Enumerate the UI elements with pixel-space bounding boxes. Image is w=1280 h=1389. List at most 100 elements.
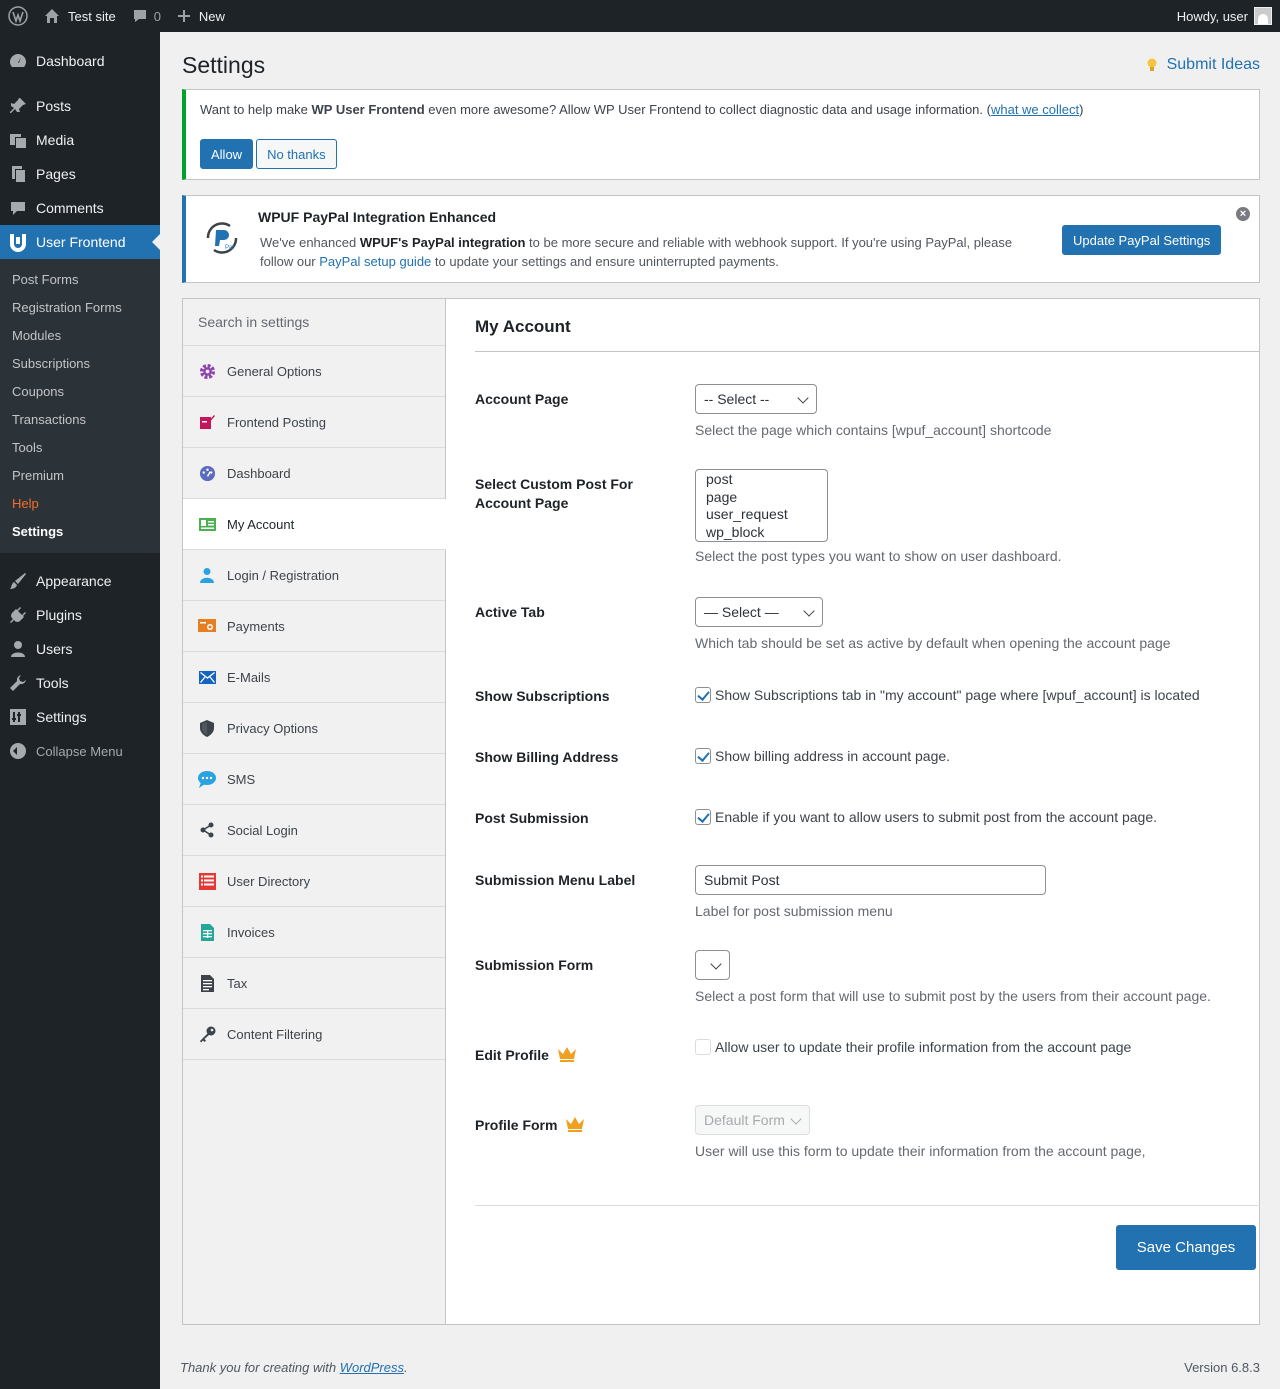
menu-item-media[interactable]: Media	[0, 123, 160, 157]
pin-icon	[8, 96, 28, 116]
edit-profile-text: Allow user to update their profile infor…	[715, 1039, 1132, 1055]
nav-item-invoices[interactable]: Invoices	[183, 907, 445, 958]
collapse-menu-button[interactable]: Collapse Menu	[0, 734, 160, 768]
account-page-select[interactable]: -- Select --	[695, 384, 817, 414]
nav-item-privacy-options[interactable]: Privacy Options	[183, 703, 445, 754]
new-content-link[interactable]: New	[169, 0, 233, 32]
custom-post-label: Select Custom Post For Account Page	[475, 476, 633, 511]
edit-profile-checkbox[interactable]	[695, 1039, 711, 1055]
wordpress-logo-icon[interactable]	[0, 0, 36, 32]
submenu-settings[interactable]: Settings	[0, 518, 160, 546]
submit-ideas-link[interactable]: Submit Ideas	[1147, 56, 1260, 74]
submission-menu-label-input[interactable]: Submit Post	[695, 865, 1046, 895]
menu-item-user-frontend[interactable]: User Frontend	[0, 225, 160, 259]
submenu-subscriptions[interactable]: Subscriptions	[0, 350, 160, 378]
active-tab-label: Active Tab	[475, 604, 545, 620]
nav-item-user-directory[interactable]: User Directory	[183, 856, 445, 907]
paypal-integration-logo-icon: Pal	[206, 222, 238, 254]
settings-container: Search in settings General Options Front…	[182, 298, 1260, 1325]
menu-item-comments[interactable]: Comments	[0, 191, 160, 225]
active-tab-select[interactable]: — Select —	[695, 597, 823, 627]
settings-nav: Search in settings General Options Front…	[183, 299, 446, 1324]
option[interactable]: page	[706, 489, 817, 507]
footer-text: .	[404, 1360, 408, 1375]
option[interactable]: user_request	[706, 506, 817, 524]
share-icon	[198, 821, 216, 839]
wordpress-link[interactable]: WordPress	[340, 1360, 404, 1375]
submenu-coupons[interactable]: Coupons	[0, 378, 160, 406]
submenu-help[interactable]: Help	[0, 490, 160, 518]
submenu-tools[interactable]: Tools	[0, 434, 160, 462]
menu-label: Media	[36, 132, 75, 148]
menu-item-dashboard[interactable]: Dashboard	[0, 44, 160, 78]
comments-link[interactable]: 0	[124, 0, 169, 32]
notice-bold: WPUF's PayPal integration	[359, 235, 526, 250]
submenu-transactions[interactable]: Transactions	[0, 406, 160, 434]
footer-thanks: Thank you for creating with WordPress.	[180, 1360, 408, 1375]
chevron-down-icon	[803, 605, 815, 617]
option[interactable]: post	[706, 471, 817, 489]
user-frontend-submenu: Post Forms Registration Forms Modules Su…	[0, 259, 160, 553]
menu-item-appearance[interactable]: Appearance	[0, 564, 160, 598]
settings-icon	[8, 707, 28, 727]
submission-label-control: Submit Post Label for post submission me…	[695, 865, 1255, 919]
nav-item-tax[interactable]: Tax	[183, 958, 445, 1009]
nav-item-frontend-posting[interactable]: Frontend Posting	[183, 397, 445, 448]
update-paypal-settings-button[interactable]: Update PayPal Settings	[1062, 225, 1222, 255]
submenu-registration-forms[interactable]: Registration Forms	[0, 294, 160, 322]
dismiss-icon[interactable]: ×	[1236, 207, 1250, 221]
menu-item-users[interactable]: Users	[0, 632, 160, 666]
nav-item-sms[interactable]: SMS	[183, 754, 445, 805]
submission-label-desc: Label for post submission menu	[695, 903, 893, 919]
settings-search-input[interactable]: Search in settings	[183, 299, 445, 346]
nav-item-emails[interactable]: E-Mails	[183, 652, 445, 703]
paypal-notice: Pal WPUF PayPal Integration Enhanced We'…	[182, 195, 1260, 283]
svg-text:Pal: Pal	[225, 245, 234, 251]
admin-bar: Test site 0 New Howdy, user	[0, 0, 1280, 32]
notice-text: )	[1079, 102, 1084, 117]
profile-form-desc: User will use this form to update their …	[695, 1143, 1146, 1159]
post-submission-checkbox[interactable]	[695, 809, 711, 825]
input-value: Submit Post	[704, 872, 780, 888]
nav-item-my-account[interactable]: My Account	[183, 499, 446, 550]
paypal-setup-guide-link[interactable]: PayPal setup guide	[319, 254, 431, 269]
nav-item-general-options[interactable]: General Options	[183, 346, 445, 397]
my-account-link[interactable]: Howdy, user	[1177, 7, 1280, 25]
save-changes-button[interactable]: Save Changes	[1116, 1225, 1256, 1270]
show-billing-control: Show billing address in account page.	[695, 748, 1255, 764]
menu-item-pages[interactable]: Pages	[0, 157, 160, 191]
edit-profile-label: Edit Profile	[475, 1046, 665, 1065]
option[interactable]: wp_block	[706, 524, 817, 542]
site-name-link[interactable]: Test site	[36, 0, 124, 32]
nav-item-content-filtering[interactable]: Content Filtering	[183, 1009, 445, 1060]
nav-item-payments[interactable]: Payments	[183, 601, 445, 652]
shield-icon	[198, 719, 216, 737]
submission-form-select[interactable]	[695, 950, 730, 980]
nav-item-dashboard[interactable]: Dashboard	[183, 448, 445, 499]
page-title: Settings	[182, 52, 266, 78]
submenu-premium[interactable]: Premium	[0, 462, 160, 490]
new-label: New	[198, 8, 225, 24]
menu-item-posts[interactable]: Posts	[0, 89, 160, 123]
show-billing-checkbox[interactable]	[695, 748, 711, 764]
nav-label: Content Filtering	[227, 1026, 323, 1042]
menu-label: Settings	[36, 709, 87, 725]
menu-item-settings[interactable]: Settings	[0, 700, 160, 734]
menu-item-tools[interactable]: Tools	[0, 666, 160, 700]
profile-form-select[interactable]: Default Form	[695, 1105, 810, 1135]
collapse-icon	[8, 741, 28, 761]
nav-item-login-registration[interactable]: Login / Registration	[183, 550, 445, 601]
show-subscriptions-text: Show Subscriptions tab in "my account" p…	[715, 687, 1200, 703]
chevron-down-icon	[790, 1113, 802, 1125]
notice-text: Want to help make	[200, 102, 312, 117]
submenu-post-forms[interactable]: Post Forms	[0, 266, 160, 294]
allow-button[interactable]: Allow	[200, 139, 254, 169]
menu-item-plugins[interactable]: Plugins	[0, 598, 160, 632]
nav-item-social-login[interactable]: Social Login	[183, 805, 445, 856]
show-subscriptions-checkbox[interactable]	[695, 687, 711, 703]
submit-ideas-label: Submit Ideas	[1166, 56, 1260, 73]
what-we-collect-link[interactable]: what we collect	[991, 102, 1079, 117]
no-thanks-button[interactable]: No thanks	[256, 139, 337, 169]
submenu-modules[interactable]: Modules	[0, 322, 160, 350]
custom-post-multiselect[interactable]: post page user_request wp_block	[695, 469, 828, 542]
